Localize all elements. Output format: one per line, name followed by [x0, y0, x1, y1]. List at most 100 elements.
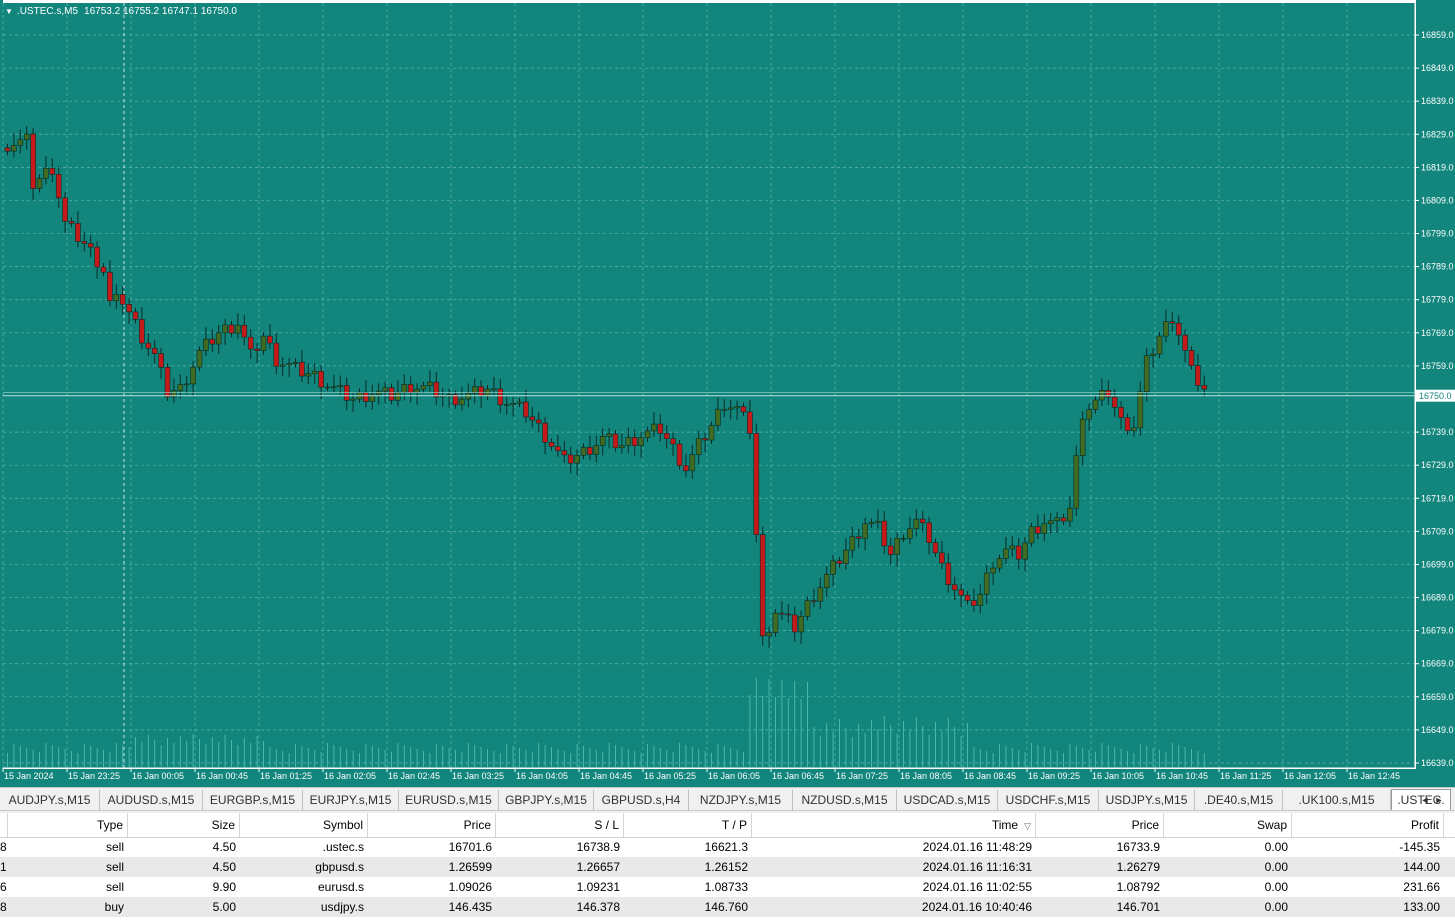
- time-tick-label: 16 Jan 04:45: [580, 771, 632, 781]
- price-chart[interactable]: 16859.0 16849.0 16839.0 16829.0 16819.0 16809…: [0, 0, 1455, 787]
- candle-bear: [497, 388, 504, 406]
- candle-bull: [843, 549, 849, 564]
- chart-tab[interactable]: AUDJPY.s,M15: [0, 790, 100, 810]
- chart-tab[interactable]: AUDUSD.s,M15: [100, 790, 203, 810]
- column-header-label: T / P: [721, 818, 747, 832]
- candle-bull: [574, 454, 580, 464]
- candle-bull: [1131, 427, 1137, 432]
- candle-bull: [638, 437, 644, 446]
- time-col: 2024.01.16 11:48:29: [922, 840, 1032, 854]
- chart-menu-triangle-icon[interactable]: ▼: [5, 7, 13, 16]
- tp-col-header[interactable]: T / P: [624, 813, 752, 837]
- candle-bull: [644, 430, 651, 439]
- chart-tab[interactable]: .UK100.s,M15: [1283, 790, 1391, 810]
- candle-bear: [919, 518, 926, 524]
- symbol-col: usdjpy.s: [320, 900, 364, 914]
- candle-bull: [113, 294, 120, 302]
- chart-tab[interactable]: EURUSD.s,M15: [399, 790, 499, 810]
- candle-bull: [708, 425, 715, 441]
- candle-bear: [62, 197, 68, 222]
- candle-bear: [49, 167, 56, 175]
- type-col-header[interactable]: Type: [8, 813, 128, 837]
- candle-bull: [183, 383, 190, 386]
- candle-bear: [81, 241, 88, 244]
- candle-bull: [1067, 507, 1073, 522]
- candle-bear: [139, 319, 145, 344]
- sl-col: 1.26657: [576, 860, 620, 874]
- table-row[interactable]: 1 sell 4.50 gbpusd.s 1.26599 1.26657 1.26152 20…: [0, 857, 1455, 877]
- tabs-scroll-left-icon[interactable]: ◄: [1419, 791, 1431, 809]
- sl-col: 1.09231: [576, 880, 620, 894]
- candle-bull: [279, 364, 286, 367]
- profit-col: 231.66: [1403, 880, 1440, 894]
- candle-bull: [1009, 545, 1016, 550]
- candle-bull: [1150, 353, 1156, 356]
- candle-bear: [612, 433, 619, 449]
- chart-tab[interactable]: .DE40.s,M15: [1195, 790, 1283, 810]
- chart-tab[interactable]: GBPJPY.s,M15: [499, 790, 594, 810]
- sl-col-header[interactable]: S / L: [496, 813, 624, 837]
- chart-tab[interactable]: NZDUSD.s,M15: [793, 790, 897, 810]
- candle-bear: [958, 589, 964, 596]
- current-price-col: 16733.9: [1116, 840, 1160, 854]
- chart-tab[interactable]: EURJPY.s,M15: [303, 790, 399, 810]
- column-header-label: Time: [991, 818, 1019, 832]
- chart-tab[interactable]: NZDJPY.s,M15: [689, 790, 793, 810]
- candle-bear: [785, 613, 792, 616]
- candle-bull: [395, 392, 401, 401]
- price-tick-label: 16859.0: [1421, 30, 1454, 40]
- candle-bull: [465, 393, 472, 400]
- chart-tab[interactable]: USDJPY.s,M15: [1099, 790, 1195, 810]
- order-id-col: 1: [0, 860, 7, 874]
- chart-tab[interactable]: GBPUSD.s,H4: [594, 790, 689, 810]
- time-tick-label: 16 Jan 01:25: [260, 771, 312, 781]
- candle-bull: [382, 387, 388, 392]
- time-tick-label: 16 Jan 10:05: [1092, 771, 1144, 781]
- symbol-col-header[interactable]: Symbol: [240, 813, 368, 837]
- price-tick-label: 16699.0: [1421, 559, 1454, 569]
- candle-bull: [798, 615, 804, 633]
- profit-col: 144.00: [1403, 860, 1440, 874]
- candle-bear: [1169, 321, 1176, 324]
- chart-tabs-bar: AUDJPY.s,M15 AUDUSD.s,M15 EURGBP.s,M15 EURJ…: [0, 787, 1455, 811]
- time-tick-label: 16 Jan 00:05: [132, 771, 184, 781]
- chart-tab[interactable]: USDCAD.s,M15: [897, 790, 998, 810]
- candle-bear: [433, 381, 440, 398]
- time-col-header[interactable]: Time ▽: [752, 813, 1036, 837]
- time-tick-label: 16 Jan 10:45: [1156, 771, 1208, 781]
- candle-bull: [1086, 409, 1092, 420]
- current-price-col-header[interactable]: Price: [1036, 813, 1164, 837]
- candle-bull: [990, 567, 996, 574]
- time-tick-label: 16 Jan 11:25: [1220, 771, 1271, 781]
- candle-bear: [119, 294, 126, 305]
- candle-bull: [804, 600, 811, 617]
- order-id-col-header[interactable]: [0, 813, 8, 837]
- candle-bull: [599, 436, 606, 446]
- tabs-scroll-right-icon[interactable]: ►: [1433, 791, 1445, 809]
- table-row[interactable]: 8 sell 4.50 .ustec.s 16701.6 16738.9 16621.3 20…: [0, 837, 1455, 857]
- chart-tab[interactable]: EURGBP.s,M15: [203, 790, 303, 810]
- candle-bear: [87, 243, 94, 248]
- sort-descending-icon[interactable]: ▽: [1024, 821, 1031, 831]
- chart-tab[interactable]: USDCHF.s,M15: [998, 790, 1099, 810]
- price-col-header[interactable]: Price: [368, 813, 496, 837]
- candle-bear: [926, 522, 932, 543]
- candle-bull: [471, 386, 478, 394]
- candle-bear: [1118, 406, 1124, 418]
- profit-col-header[interactable]: Profit: [1292, 813, 1444, 837]
- candle-bull: [350, 398, 356, 401]
- candle-bear: [30, 133, 36, 189]
- candle-bull: [305, 373, 312, 377]
- size-col-header[interactable]: Size: [128, 813, 240, 837]
- sl-col: 146.378: [576, 900, 620, 914]
- candle-bull: [401, 384, 408, 393]
- candle-bear: [740, 406, 747, 413]
- swap-col-header[interactable]: Swap: [1164, 813, 1292, 837]
- table-row[interactable]: 8 buy 5.00 usdjpy.s 146.435 146.378 146.760 202…: [0, 897, 1455, 917]
- chart-symbol: .USTEC.s,M5: [16, 6, 79, 17]
- chart-canvas[interactable]: 16859.0 16849.0 16839.0 16829.0 16819.0 16809…: [0, 0, 1455, 787]
- candle-bull: [337, 385, 344, 388]
- table-row[interactable]: 6 sell 9.90 eurusd.s 1.09026 1.09231 1.08733 20…: [0, 877, 1455, 897]
- candle-bear: [126, 304, 132, 313]
- column-header-label: Price: [463, 818, 491, 832]
